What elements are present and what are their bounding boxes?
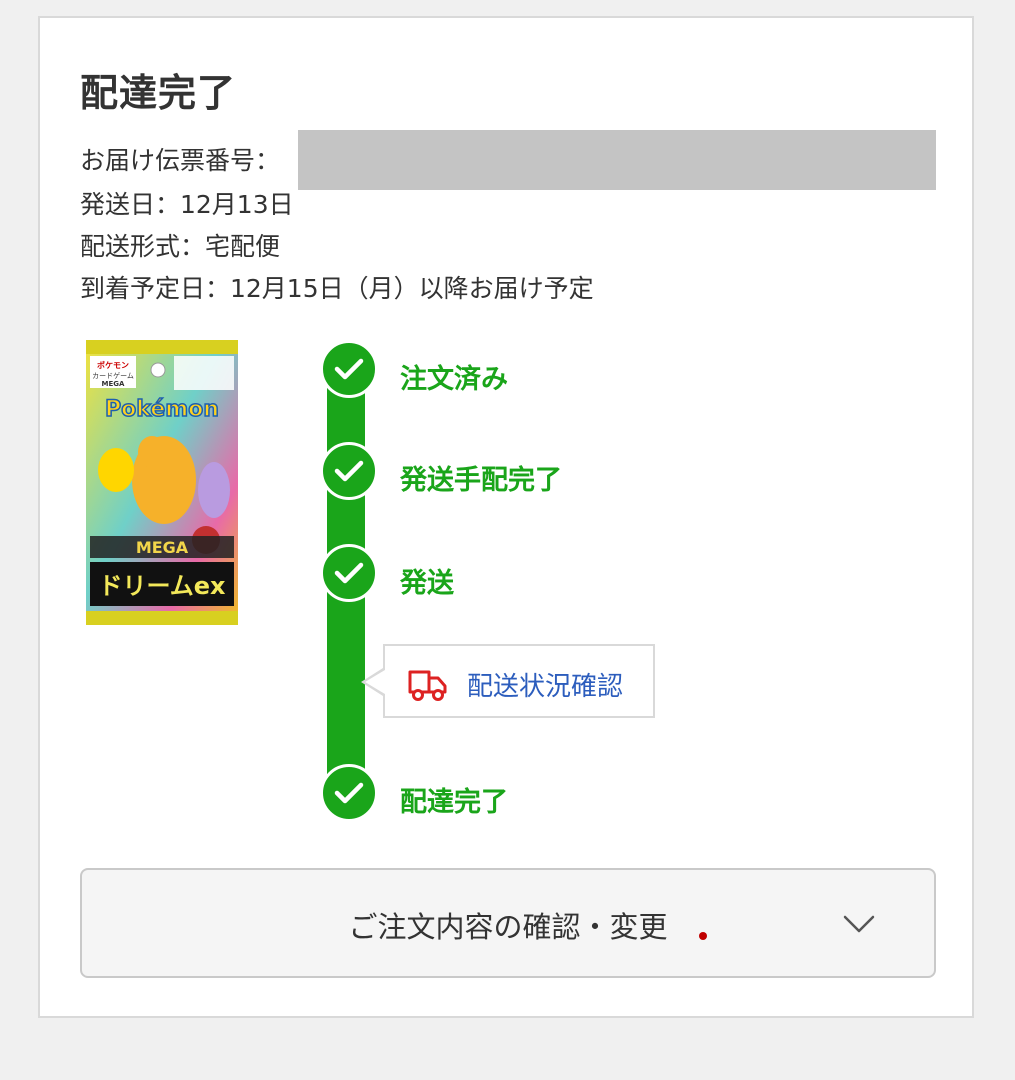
notification-dot [699,932,707,940]
svg-text:Pokémon: Pokémon [105,397,219,422]
step-check-icon [320,442,378,500]
track-shipment-button[interactable]: 配送状況確認 [361,644,655,718]
truck-icon [408,670,447,701]
product-image: ポケモン カードゲーム MEGA Pokémon MEGA ドリームex [86,340,238,625]
arrival-date: 到着予定日：12月15日（月）以降お届け予定 [80,274,594,303]
delivery-status-card: 配達完了 お届け伝票番号： 発送日：12月13日 配送形式：宅配便 到着予定日：… [38,16,974,1018]
svg-text:カードゲーム: カードゲーム [92,371,134,380]
step-label-arranged: 発送手配完了 [400,465,562,496]
delivery-method: 配送形式：宅配便 [80,232,281,261]
slip-number-redacted [298,130,936,190]
order-details-button[interactable]: ご注文内容の確認・変更 [80,868,936,978]
chevron-down-icon [843,915,875,933]
track-shipment-label: 配送状況確認 [467,672,624,702]
svg-text:MEGA: MEGA [102,380,125,388]
order-details-label: ご注文内容の確認・変更 [348,910,668,944]
ship-date: 発送日：12月13日 [80,190,294,219]
step-label-shipped: 発送 [400,568,454,599]
step-label-ordered: 注文済み [400,364,508,395]
svg-text:ドリームex: ドリームex [98,572,226,600]
svg-text:ポケモン: ポケモン [97,360,129,370]
svg-text:MEGA: MEGA [136,538,189,557]
slip-number-label: お届け伝票番号： [80,146,281,175]
step-check-icon [320,340,378,398]
page-title: 配達完了 [80,71,237,115]
step-check-icon [320,544,378,602]
step-label-delivered: 配達完了 [400,787,508,818]
step-check-icon [320,764,378,822]
